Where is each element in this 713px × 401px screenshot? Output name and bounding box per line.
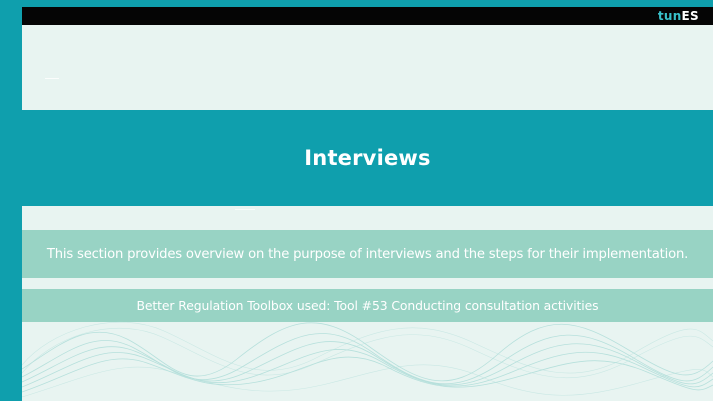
logo-prefix: tun bbox=[657, 9, 682, 23]
presentation-slide: tunES Interviews This section provides o… bbox=[22, 7, 713, 401]
slide-title: Interviews bbox=[304, 146, 431, 170]
section-description: This section provides overview on the pu… bbox=[46, 246, 689, 262]
tunes-logo: tunES bbox=[658, 8, 699, 24]
decorative-dash bbox=[235, 209, 255, 210]
description-band: This section provides overview on the pu… bbox=[22, 230, 713, 278]
title-band: Interviews bbox=[22, 110, 713, 206]
decorative-line bbox=[45, 78, 59, 79]
top-bar: tunES bbox=[22, 7, 713, 25]
wave-background-graphic bbox=[22, 321, 713, 398]
logo-suffix: ES bbox=[681, 9, 699, 23]
